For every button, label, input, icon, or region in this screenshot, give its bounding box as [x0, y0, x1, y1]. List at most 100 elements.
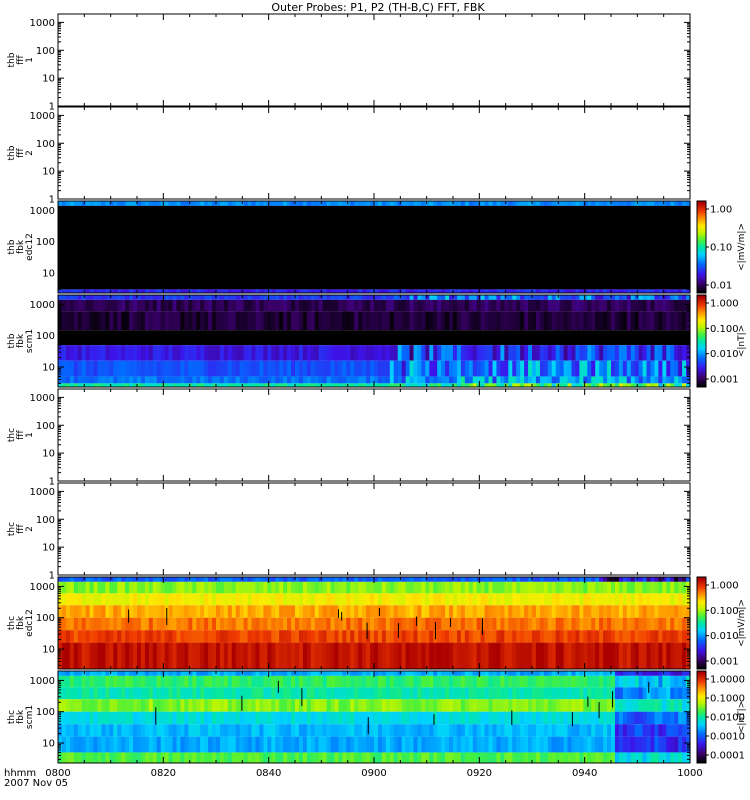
heatmap-cell	[121, 687, 126, 700]
heatmap-cell	[121, 752, 126, 763]
heatmap-cell	[535, 687, 541, 700]
heatmap-cell	[634, 675, 640, 688]
heatmap-cell	[168, 630, 174, 643]
heatmap-cell	[346, 311, 351, 331]
heatmap-cell	[389, 201, 395, 206]
heatmap-cell	[456, 311, 462, 331]
heatmap-cell	[642, 687, 648, 700]
heatmap-cell	[622, 345, 628, 361]
heatmap-cell	[520, 360, 525, 377]
heatmap-cell	[646, 577, 652, 582]
heatmap-cell	[433, 201, 438, 206]
heatmap-cell	[682, 630, 687, 643]
heatmap-cell	[259, 642, 264, 669]
heatmap-cell	[73, 617, 79, 631]
heatmap-cell	[524, 675, 529, 688]
y-label-line: 2	[25, 150, 35, 156]
heatmap-cell	[310, 642, 316, 669]
heatmap-cell	[488, 593, 494, 606]
heatmap-cell	[223, 289, 229, 293]
heatmap-cell	[89, 642, 95, 669]
heatmap-cell	[259, 299, 264, 312]
heatmap-cell	[528, 345, 533, 361]
heatmap-cell	[658, 736, 663, 753]
heatmap-cell	[140, 736, 146, 753]
heatmap-cell	[306, 289, 312, 293]
heatmap-cell	[385, 630, 391, 643]
heatmap-cell	[65, 360, 71, 377]
heatmap-cell	[65, 376, 71, 384]
heatmap-cell	[133, 360, 138, 377]
heatmap-cell	[480, 311, 486, 331]
heatmap-cell	[543, 383, 549, 387]
heatmap-cell	[555, 699, 561, 712]
heatmap-cell	[543, 605, 549, 618]
heatmap-cell	[559, 311, 565, 331]
heatmap-cell	[251, 642, 257, 669]
heatmap-cell	[196, 724, 201, 737]
heatmap-cell	[449, 605, 454, 618]
heatmap-cell	[263, 671, 268, 676]
heatmap-cell	[204, 630, 209, 643]
heatmap-cell	[591, 711, 596, 725]
heatmap-cell	[401, 642, 407, 669]
heatmap-cell	[674, 360, 679, 377]
heatmap-cell	[563, 617, 569, 631]
heatmap-cell	[318, 605, 324, 618]
heatmap-cell	[508, 577, 513, 582]
heatmap-cell	[595, 289, 600, 293]
heatmap-cell	[271, 345, 276, 361]
heatmap-cell	[176, 617, 182, 631]
heatmap-cell	[579, 736, 584, 753]
heatmap-cell	[271, 671, 276, 676]
heatmap-cell	[421, 360, 426, 377]
heatmap-cell	[144, 630, 150, 643]
heatmap-cell	[295, 671, 300, 676]
heatmap-cell	[164, 360, 170, 377]
heatmap-cell	[216, 617, 221, 631]
heatmap-cell	[535, 581, 541, 594]
heatmap-cell	[255, 736, 261, 753]
heatmap-cell	[658, 360, 663, 377]
heatmap-cell	[666, 345, 671, 361]
heatmap-cell	[239, 617, 245, 631]
heatmap-cell	[512, 577, 517, 582]
heatmap-cell	[500, 699, 505, 712]
heatmap-cell	[156, 345, 162, 361]
heatmap-cell	[168, 311, 174, 331]
heatmap-cell	[512, 205, 517, 290]
heatmap-cell	[389, 687, 395, 700]
heatmap-cell	[472, 605, 478, 618]
heatmap-cell	[306, 736, 312, 753]
heatmap-cell	[520, 376, 525, 384]
heatmap-cell	[192, 299, 197, 312]
heatmap-cell	[140, 383, 146, 387]
heatmap-cell	[441, 736, 446, 753]
heatmap-cell	[551, 383, 557, 387]
heatmap-cell	[524, 699, 529, 712]
heatmap-cell	[614, 687, 620, 700]
heatmap-cell	[468, 330, 474, 346]
heatmap-cell	[409, 711, 415, 725]
heatmap-cell	[129, 675, 134, 688]
heatmap-cell	[630, 360, 636, 377]
heatmap-cell	[121, 577, 126, 582]
heatmap-cell	[401, 299, 407, 312]
heatmap-cell	[144, 724, 150, 737]
heatmap-cell	[295, 330, 300, 346]
heatmap-cell	[188, 671, 193, 676]
heatmap-cell	[650, 711, 656, 725]
heatmap-cell	[275, 201, 280, 206]
heatmap-cell	[125, 360, 130, 377]
heatmap-cell	[559, 630, 565, 643]
heatmap-cell	[212, 205, 217, 290]
heatmap-cell	[184, 671, 189, 676]
heatmap-cell	[243, 711, 249, 725]
heatmap-cell	[524, 376, 529, 384]
heatmap-cell	[611, 311, 616, 331]
heatmap-cell	[449, 330, 454, 346]
heatmap-cell	[508, 593, 513, 606]
heatmap-cell	[370, 311, 375, 331]
heatmap-cell	[401, 581, 407, 594]
heatmap-cell	[61, 699, 67, 712]
